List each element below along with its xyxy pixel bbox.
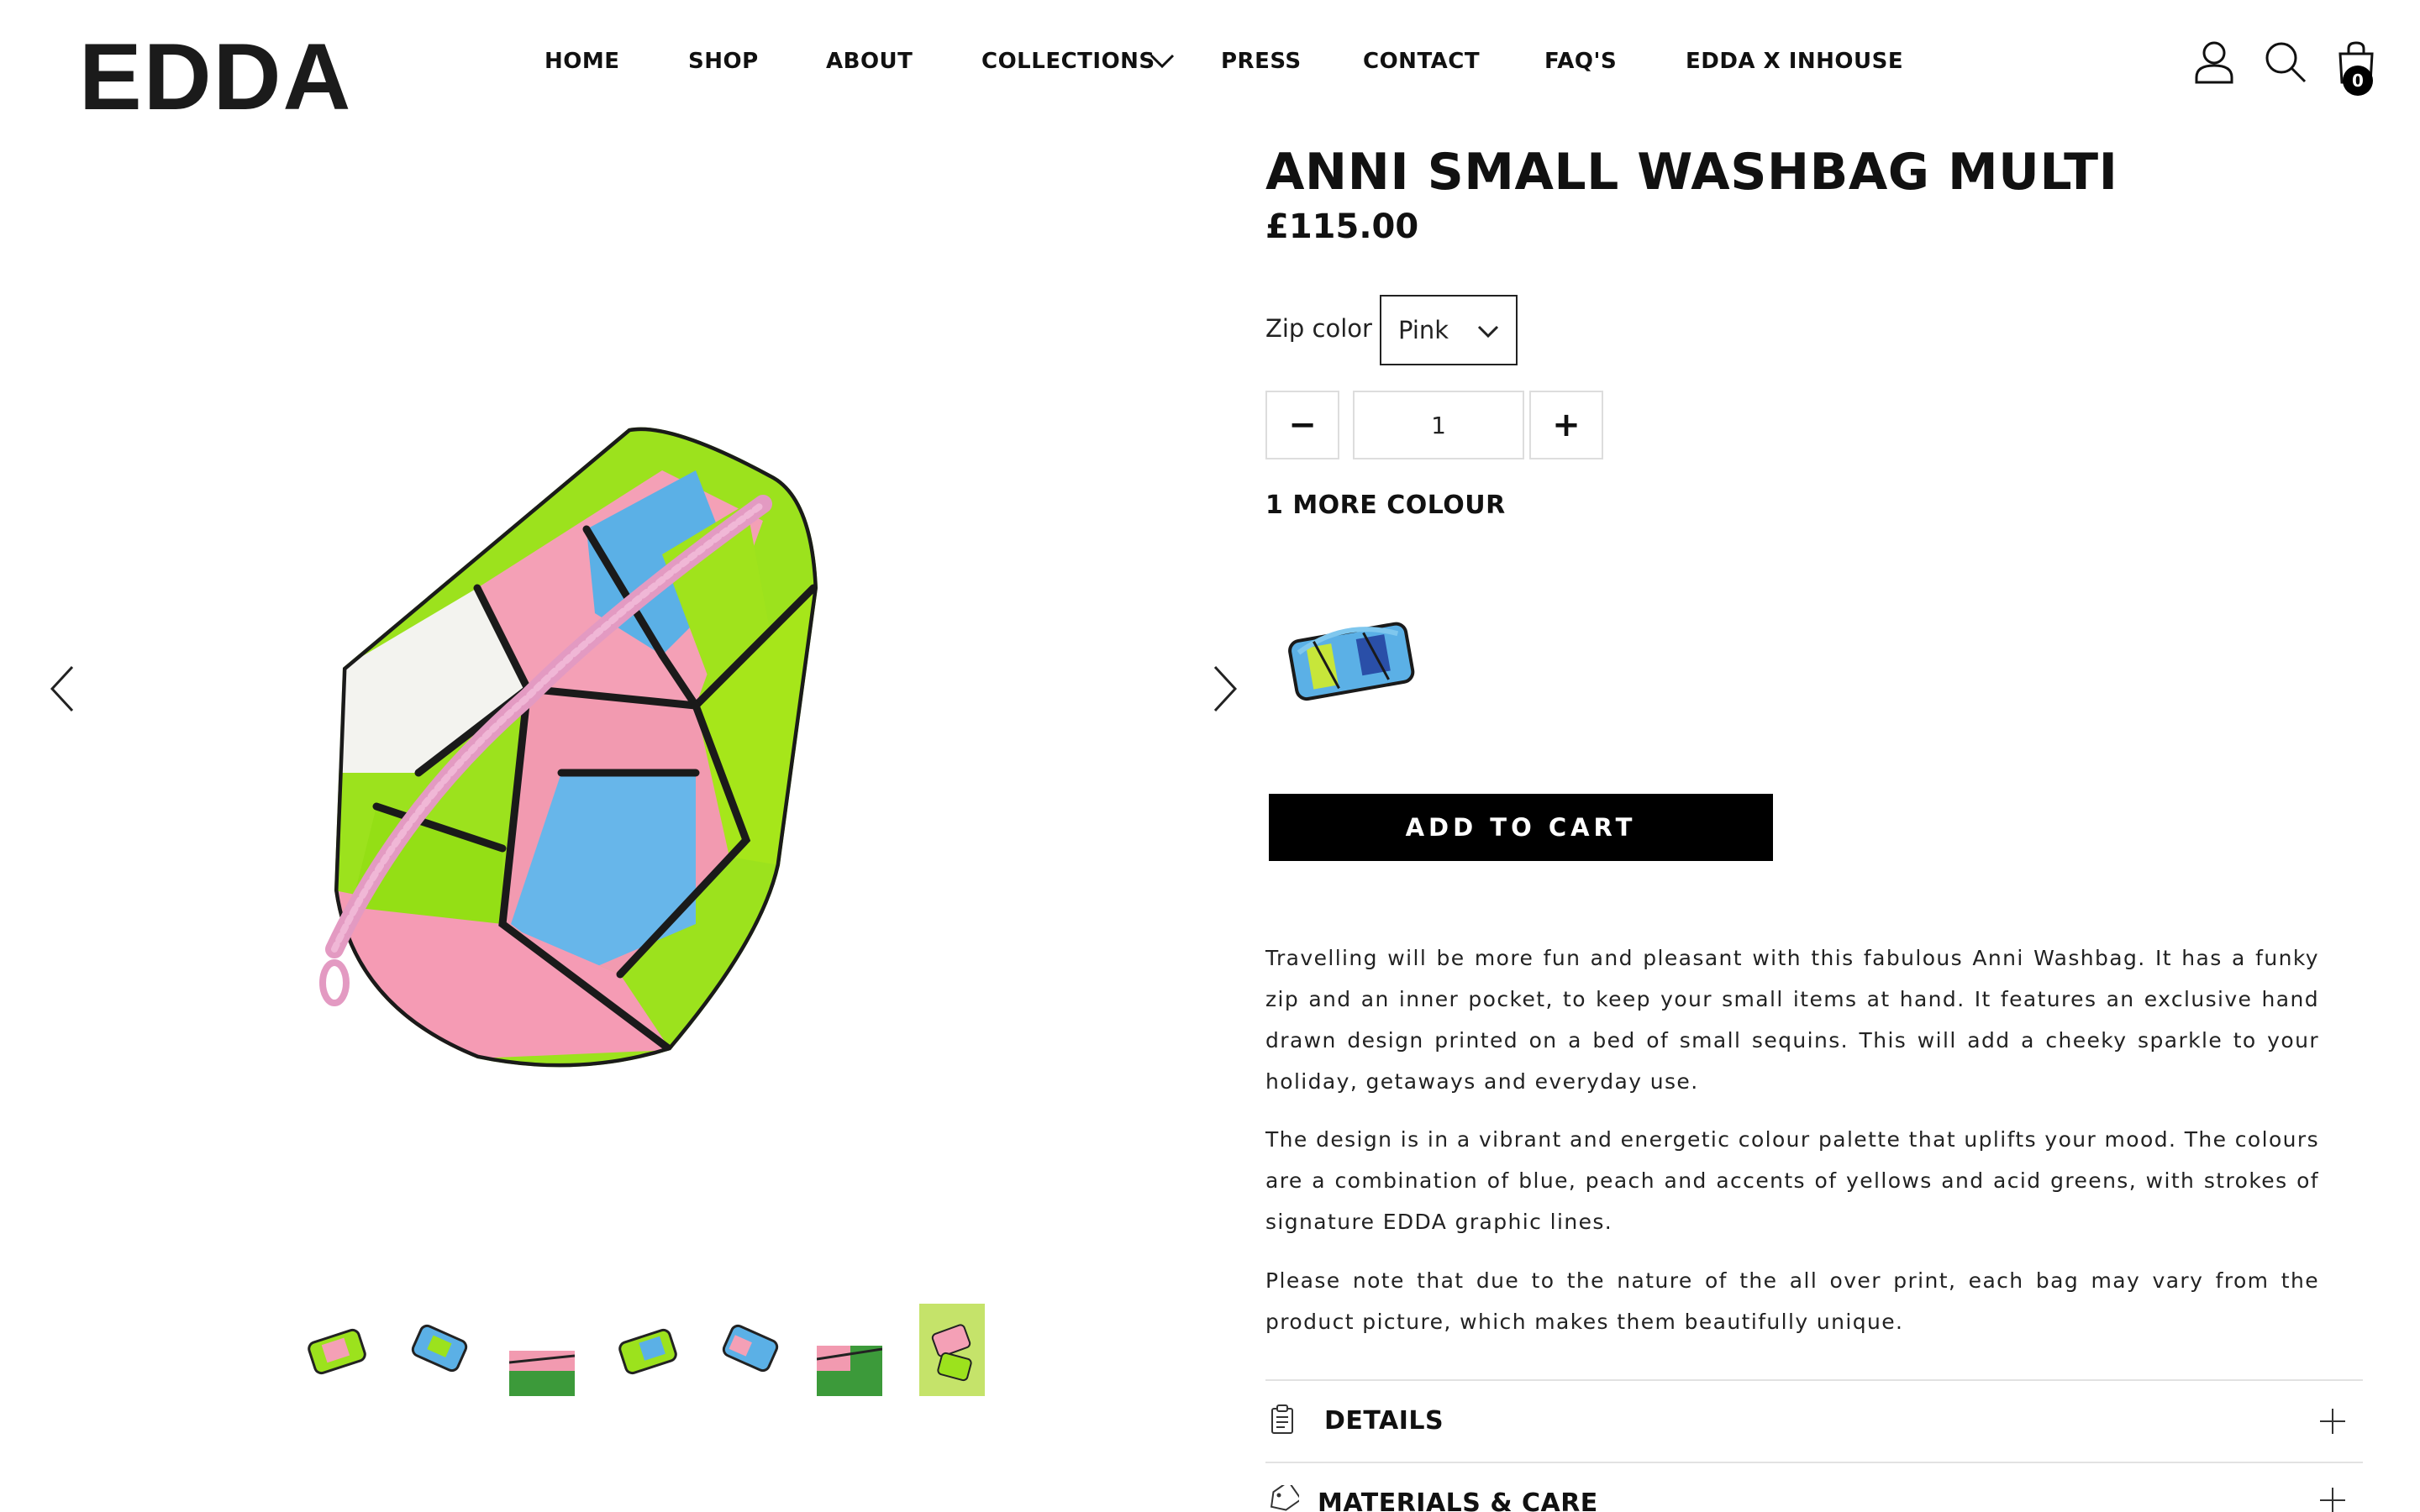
quantity-input[interactable]: 1 bbox=[1353, 391, 1524, 459]
zip-color-select[interactable]: Pink bbox=[1380, 295, 1518, 365]
more-colour-label: 1 MORE COLOUR bbox=[1265, 491, 1506, 520]
accordion-details-label: DETAILS bbox=[1324, 1406, 1444, 1436]
chevron-right-icon[interactable] bbox=[1213, 665, 1237, 712]
product-description-paragraph: The design is in a vibrant and energetic… bbox=[1265, 1127, 2319, 1234]
plus-icon[interactable] bbox=[2319, 1408, 2346, 1435]
cart-count-badge: 0 bbox=[2343, 66, 2373, 96]
product-title: ANNI SMALL WASHBAG MULTI bbox=[1265, 143, 2118, 202]
colour-variant-swatch[interactable] bbox=[1276, 601, 1430, 719]
chevron-down-icon[interactable] bbox=[1150, 54, 1175, 69]
product-price: £115.00 bbox=[1265, 207, 1419, 246]
quantity-increase-button[interactable]: + bbox=[1529, 391, 1603, 459]
divider bbox=[1265, 1379, 2363, 1381]
zip-color-selected: Pink bbox=[1398, 316, 1449, 344]
product-main-image bbox=[319, 427, 818, 1068]
plus-icon[interactable] bbox=[2319, 1487, 2346, 1512]
nav-item-contact[interactable]: CONTACT bbox=[1363, 49, 1480, 74]
chevron-left-icon[interactable] bbox=[50, 665, 74, 712]
add-to-cart-button[interactable]: ADD TO CART bbox=[1269, 794, 1773, 861]
accordion-materials-care-label: MATERIALS & CARE bbox=[1318, 1488, 1598, 1512]
nav-item-press[interactable]: PRESS bbox=[1221, 49, 1302, 74]
zip-color-label: Zip color bbox=[1265, 314, 1372, 343]
product-description-paragraph: Please note that due to the nature of th… bbox=[1265, 1268, 2319, 1334]
product-description-paragraph: Travelling will be more fun and pleasant… bbox=[1265, 946, 2319, 1094]
divider bbox=[1265, 1462, 2363, 1463]
nav-item-home[interactable]: HOME bbox=[544, 49, 620, 74]
brand-logo[interactable]: EDDA bbox=[79, 30, 352, 124]
nav-item-collections[interactable]: COLLECTIONS bbox=[981, 49, 1155, 74]
chevron-down-icon bbox=[1477, 325, 1499, 339]
thumbnail-3[interactable] bbox=[509, 1304, 575, 1396]
nav-item-faqs[interactable]: FAQ'S bbox=[1544, 49, 1617, 74]
nav-item-shop[interactable]: SHOP bbox=[688, 49, 759, 74]
thumbnail-7[interactable] bbox=[919, 1304, 985, 1396]
tag-icon bbox=[1270, 1485, 1299, 1511]
thumbnail-2[interactable] bbox=[408, 1304, 474, 1396]
thumbnail-4[interactable] bbox=[617, 1304, 682, 1396]
account-icon[interactable] bbox=[2193, 40, 2235, 84]
nav-item-edda-x-inhouse[interactable]: EDDA X INHOUSE bbox=[1686, 49, 1903, 74]
clipboard-icon bbox=[1271, 1404, 1293, 1434]
quantity-decrease-button[interactable]: − bbox=[1265, 391, 1339, 459]
thumbnail-6[interactable] bbox=[817, 1304, 882, 1396]
nav-item-about[interactable]: ABOUT bbox=[826, 49, 913, 74]
thumbnail-5[interactable] bbox=[719, 1304, 785, 1396]
search-icon[interactable] bbox=[2264, 40, 2307, 84]
thumbnail-1[interactable] bbox=[306, 1304, 371, 1396]
